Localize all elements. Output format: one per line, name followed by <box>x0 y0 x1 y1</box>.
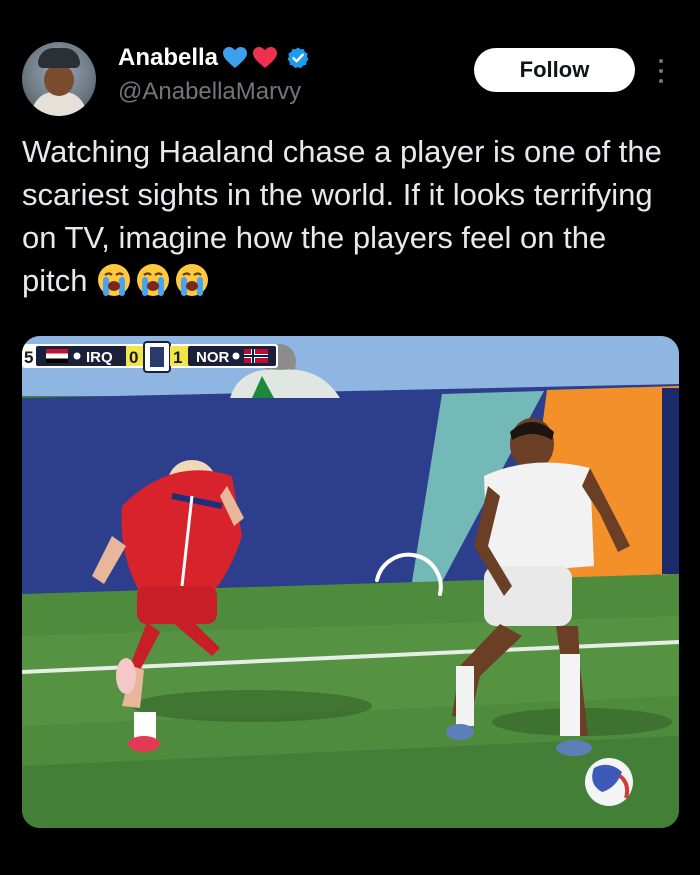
blue-heart-icon <box>223 47 248 68</box>
author-display-name[interactable]: Anabella <box>118 44 218 72</box>
author-handle[interactable]: @AnabellaMarvy <box>118 78 301 106</box>
football <box>585 758 633 806</box>
tweet-text: Watching Haaland chase a player is one o… <box>22 130 672 302</box>
loudly-crying-face-icon <box>137 264 170 296</box>
avatar[interactable] <box>22 42 96 116</box>
video-frame: 5 IRQ 0 1 NOR <box>22 336 679 828</box>
red-heart-icon <box>253 47 278 68</box>
home-team: IRQ <box>86 349 113 366</box>
away-score: 1 <box>173 348 182 367</box>
score-left-digit: 5 <box>24 348 33 367</box>
verified-badge-icon <box>287 47 309 69</box>
home-score: 0 <box>129 348 138 367</box>
loudly-crying-face-icon <box>98 264 131 296</box>
tweet-media-video[interactable]: 5 IRQ 0 1 NOR <box>22 336 679 828</box>
away-team: NOR <box>196 349 230 366</box>
loudly-crying-face-icon <box>176 264 209 296</box>
tweet-header: Anabella @AnabellaMarvy Follow <box>22 40 678 116</box>
author-name-row[interactable]: Anabella <box>118 44 310 72</box>
scoreboard: 5 IRQ 0 1 NOR <box>22 341 278 373</box>
follow-button[interactable]: Follow <box>474 48 635 92</box>
more-vertical-icon[interactable] <box>654 56 668 86</box>
